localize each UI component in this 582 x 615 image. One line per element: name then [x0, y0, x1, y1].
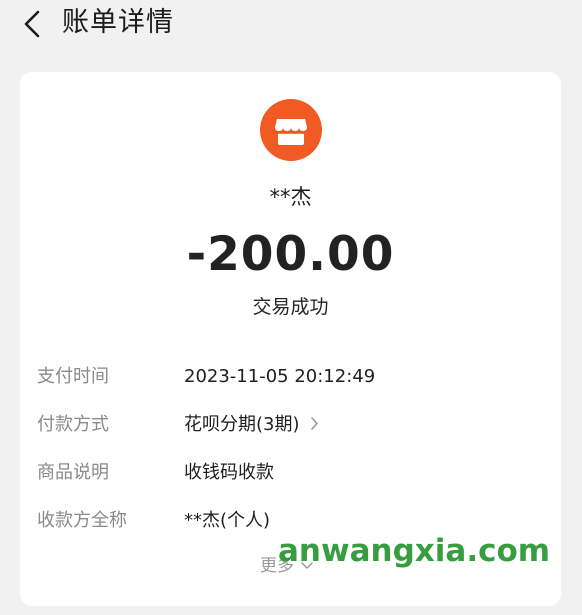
page-title: 账单详情 — [62, 7, 174, 38]
detail-label: 收款方全称 — [37, 510, 127, 531]
payee-name: **杰 — [269, 185, 312, 209]
detail-label: 商品说明 — [37, 462, 109, 483]
detail-value-container[interactable]: 花呗分期(3期) — [184, 410, 319, 440]
detail-label: 支付时间 — [37, 366, 109, 387]
detail-value: **杰(个人) — [184, 510, 271, 531]
watermark: anwangxia.com — [278, 533, 551, 569]
transaction-status: 交易成功 — [252, 296, 329, 318]
detail-value: 2023-11-05 20:12:49 — [184, 366, 376, 387]
storefront-icon — [260, 99, 322, 161]
chevron-left-icon — [24, 10, 40, 38]
detail-row-payment-time: 支付时间 2023-11-05 20:12:49 — [20, 362, 561, 392]
back-button[interactable] — [20, 8, 48, 40]
detail-label: 付款方式 — [37, 414, 109, 435]
detail-row-payment-method[interactable]: 付款方式 花呗分期(3期) — [20, 410, 561, 440]
detail-value: 花呗分期(3期) — [184, 414, 300, 435]
chevron-right-icon — [310, 417, 318, 430]
detail-row-item-description: 商品说明 收钱码收款 — [20, 458, 561, 488]
bill-detail-card: **杰 -200.00 交易成功 支付时间 2023-11-05 20:12:4… — [20, 72, 561, 606]
transaction-amount: -200.00 — [186, 227, 395, 282]
header-bar: 账单详情 — [0, 0, 582, 48]
detail-value: 收钱码收款 — [184, 462, 274, 483]
